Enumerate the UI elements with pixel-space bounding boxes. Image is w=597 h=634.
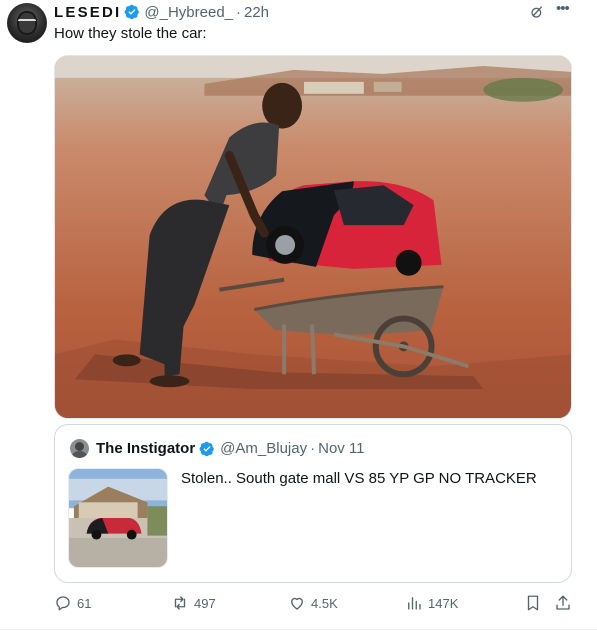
tweet-header: LESEDI @_Hybreed_ · 22h [54,3,269,21]
separator-dot: · [310,440,316,457]
quote-avatar[interactable] [70,439,89,458]
verified-badge-icon[interactable] [199,441,215,457]
author-name[interactable]: LESEDI [54,4,121,21]
tweet-divider [0,629,597,630]
reply-icon [56,596,70,611]
quote-text: Stolen.. South gate mall VS 85 YP GP NO … [181,470,537,487]
tweet-text: How they stole the car: [54,25,207,42]
repost-icon [174,596,186,610]
avatar-glasses [18,19,36,26]
share-icon[interactable] [554,594,572,612]
reply-button[interactable]: 61 [54,594,91,612]
repost-button[interactable]: 497 [171,594,216,612]
timestamp[interactable]: 22h [244,4,269,21]
quote-photo[interactable] [68,468,168,568]
views-button[interactable]: 147K [405,594,458,612]
quote-author-name[interactable]: The Instigator [96,440,195,457]
like-count: 4.5K [311,595,338,611]
quote-header: The Instigator @Am_Blujay · Nov 11 [96,440,365,457]
reply-count: 61 [77,595,92,611]
quoted-tweet[interactable]: The Instigator @Am_Blujay · Nov 11 Stole… [54,424,572,583]
like-button[interactable]: 4.5K [288,594,338,612]
separator-dot: · [236,3,241,21]
grok-icon[interactable] [529,4,545,20]
views-icon [408,597,421,610]
bookmark-icon[interactable] [524,594,542,612]
tweet[interactable]: LESEDI @_Hybreed_ · 22h ••• How they sto… [0,0,597,634]
more-icon[interactable]: ••• [556,1,572,18]
man-pushing-car-in-wheelbarrow-photo [55,56,571,418]
quote-avatar-head [75,442,84,451]
repost-count: 497 [194,595,216,611]
quote-author-handle[interactable]: @Am_Blujay [220,440,307,457]
quote-date[interactable]: Nov 11 [318,440,364,457]
heart-icon [291,597,303,610]
car [252,181,442,276]
tweet-actions: 61 497 4.5K 147K [54,592,580,616]
author-handle[interactable]: @_Hybreed_ [144,4,233,21]
verified-badge-icon[interactable] [124,4,140,20]
parked-red-car-photo [69,469,167,567]
quote-avatar-body [72,451,87,458]
avatar[interactable] [7,3,47,43]
views-count: 147K [428,595,459,611]
tweet-photo[interactable] [54,55,572,419]
